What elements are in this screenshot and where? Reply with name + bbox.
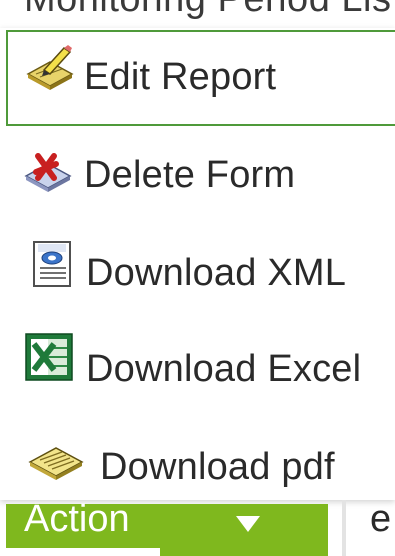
menu-item-edit-report[interactable]: Edit Report — [6, 30, 395, 126]
menu-item-label: Delete Form — [84, 154, 296, 196]
clipped-title: Monitoring Period Lis — [24, 0, 391, 21]
delete-form-icon — [22, 144, 74, 196]
menu-item-download-excel[interactable]: Download Excel — [0, 320, 395, 416]
menu-item-label: Download XML — [86, 252, 347, 294]
action-dropdown-menu: Edit Report Delete Form Download XML Dow… — [0, 28, 395, 500]
menu-item-label: Download Excel — [86, 348, 362, 390]
caret-down-icon — [234, 514, 262, 534]
edit-report-icon — [24, 44, 76, 96]
adjacent-cell-text: e — [370, 498, 392, 540]
action-button-label: Action — [24, 498, 130, 540]
bottom-strip — [0, 548, 160, 556]
excel-icon — [24, 332, 76, 384]
menu-item-label: Edit Report — [84, 56, 277, 98]
page: Monitoring Period Lis Edit Report — [0, 0, 395, 556]
pdf-document-icon — [26, 432, 84, 484]
xml-document-icon — [28, 238, 80, 290]
menu-item-download-xml[interactable]: Download XML — [0, 224, 395, 320]
menu-item-delete-form[interactable]: Delete Form — [0, 128, 395, 224]
menu-item-label: Download pdf — [100, 446, 335, 488]
column-divider — [342, 500, 346, 556]
